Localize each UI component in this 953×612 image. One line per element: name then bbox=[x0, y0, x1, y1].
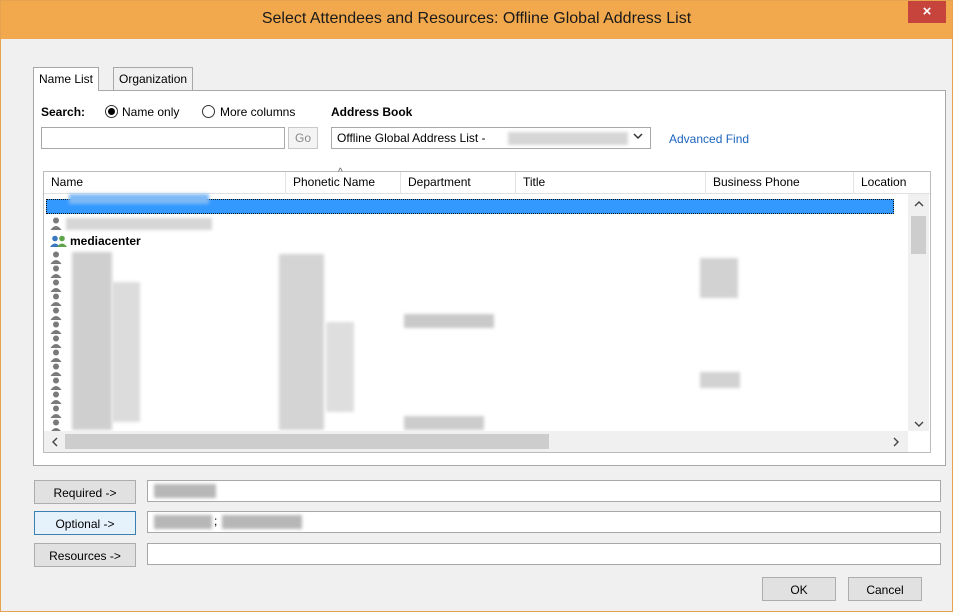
ok-button[interactable]: OK bbox=[762, 577, 836, 601]
required-button[interactable]: Required -> bbox=[34, 480, 136, 504]
resources-button[interactable]: Resources -> bbox=[34, 543, 136, 567]
scroll-left-icon[interactable] bbox=[51, 436, 59, 450]
vertical-scroll-thumb[interactable] bbox=[911, 216, 926, 254]
redacted-recipient bbox=[222, 515, 302, 529]
search-input[interactable] bbox=[41, 127, 285, 149]
address-book-label: Address Book bbox=[331, 105, 413, 119]
resources-button-label: Resources -> bbox=[49, 549, 121, 563]
chevron-down-icon bbox=[633, 131, 643, 144]
list-row-selected[interactable] bbox=[46, 194, 894, 214]
redacted-names bbox=[112, 282, 140, 422]
person-icon bbox=[50, 335, 62, 348]
address-book-select[interactable]: Offline Global Address List - bbox=[331, 127, 651, 149]
dialog-window: Select Attendees and Resources: Offline … bbox=[0, 0, 953, 612]
optional-field[interactable]: ; bbox=[147, 511, 941, 533]
distribution-list-icon bbox=[50, 235, 67, 247]
scroll-down-icon[interactable] bbox=[914, 417, 924, 431]
address-list[interactable]: Name Phonetic Name ^ Department Title Bu… bbox=[43, 167, 931, 453]
redacted-phone bbox=[700, 258, 738, 298]
redacted-recipient bbox=[154, 515, 212, 529]
resources-field[interactable] bbox=[147, 543, 941, 565]
person-icon bbox=[50, 217, 62, 230]
scroll-right-icon[interactable] bbox=[892, 436, 900, 450]
list-row[interactable] bbox=[46, 292, 894, 307]
ok-button-label: OK bbox=[790, 583, 808, 597]
person-icon bbox=[50, 391, 62, 404]
radio-more-columns-label[interactable]: More columns bbox=[220, 105, 295, 119]
list-row[interactable] bbox=[46, 376, 894, 391]
optional-button-label: Optional -> bbox=[55, 517, 115, 531]
tab-name-list-label: Name List bbox=[39, 72, 94, 86]
column-header-business-phone-label: Business Phone bbox=[713, 175, 800, 189]
column-header-department-label: Department bbox=[408, 175, 471, 189]
search-label: Search: bbox=[41, 105, 86, 119]
list-row[interactable] bbox=[46, 348, 894, 363]
dialog-title: Select Attendees and Resources: Offline … bbox=[261, 10, 692, 27]
scroll-up-icon[interactable] bbox=[914, 197, 924, 211]
sort-ascending-icon: ^ bbox=[338, 167, 343, 178]
horizontal-scroll-thumb[interactable] bbox=[65, 434, 549, 449]
title-bar[interactable]: Select Attendees and Resources: Offline … bbox=[1, 1, 952, 39]
required-field[interactable] bbox=[147, 480, 941, 502]
radio-name-only[interactable] bbox=[105, 105, 118, 118]
person-icon bbox=[50, 349, 62, 362]
person-icon bbox=[50, 405, 62, 418]
person-icon bbox=[50, 265, 62, 278]
person-icon bbox=[50, 293, 62, 306]
recipient-separator: ; bbox=[214, 514, 218, 528]
list-row[interactable] bbox=[46, 278, 894, 293]
advanced-find-link[interactable]: Advanced Find bbox=[669, 132, 749, 146]
list-row[interactable] bbox=[46, 390, 894, 405]
redacted-phonetic bbox=[279, 254, 324, 430]
person-icon bbox=[50, 251, 62, 264]
go-button-label: Go bbox=[294, 131, 311, 145]
column-header-phonetic-label: Phonetic Name bbox=[293, 175, 376, 189]
column-header-phonetic[interactable]: Phonetic Name ^ bbox=[286, 167, 401, 193]
person-icon bbox=[50, 321, 62, 334]
column-header-department[interactable]: Department bbox=[401, 172, 516, 193]
column-header-name-label: Name bbox=[51, 175, 84, 189]
address-book-selected: Offline Global Address List - bbox=[337, 131, 486, 145]
close-icon: × bbox=[922, 3, 932, 20]
tab-organization[interactable]: Organization bbox=[113, 67, 194, 90]
list-row-mediacenter[interactable]: mediacenter bbox=[46, 234, 894, 249]
radio-more-columns[interactable] bbox=[202, 105, 215, 118]
person-icon bbox=[50, 279, 62, 292]
column-header-title[interactable]: Title bbox=[516, 172, 706, 193]
tab-organization-label: Organization bbox=[119, 72, 188, 86]
horizontal-scrollbar[interactable] bbox=[44, 431, 908, 452]
list-row[interactable] bbox=[46, 264, 894, 279]
tab-name-list[interactable]: Name List bbox=[33, 67, 100, 91]
cancel-button-label: Cancel bbox=[866, 583, 904, 597]
optional-button[interactable]: Optional -> bbox=[34, 511, 136, 535]
person-icon bbox=[50, 363, 62, 376]
column-header-title-label: Title bbox=[523, 175, 546, 189]
vertical-scrollbar[interactable] bbox=[908, 194, 929, 431]
go-button[interactable]: Go bbox=[288, 127, 318, 149]
redacted-department bbox=[404, 314, 494, 328]
person-icon bbox=[50, 377, 62, 390]
redacted-department bbox=[404, 416, 484, 430]
list-row[interactable] bbox=[46, 216, 894, 231]
redacted-text bbox=[69, 194, 209, 204]
list-row[interactable] bbox=[46, 250, 894, 265]
redacted-recipient bbox=[154, 484, 216, 498]
redacted-text bbox=[508, 132, 628, 145]
redacted-names bbox=[72, 252, 112, 430]
cancel-button[interactable]: Cancel bbox=[848, 577, 922, 601]
required-button-label: Required -> bbox=[53, 486, 117, 500]
close-button[interactable]: × bbox=[908, 1, 946, 23]
list-row-name: mediacenter bbox=[70, 234, 141, 248]
redacted-text bbox=[66, 218, 212, 230]
radio-name-only-label[interactable]: Name only bbox=[122, 105, 179, 119]
column-header-name[interactable]: Name bbox=[44, 172, 286, 193]
column-header-location[interactable]: Location bbox=[854, 172, 930, 193]
redacted-phonetic bbox=[326, 322, 354, 412]
list-row[interactable] bbox=[46, 362, 894, 377]
list-row[interactable] bbox=[46, 334, 894, 349]
column-header-location-label: Location bbox=[861, 175, 907, 189]
person-icon bbox=[50, 307, 62, 320]
column-header-business-phone[interactable]: Business Phone bbox=[706, 172, 854, 193]
redacted-phone bbox=[700, 372, 740, 388]
